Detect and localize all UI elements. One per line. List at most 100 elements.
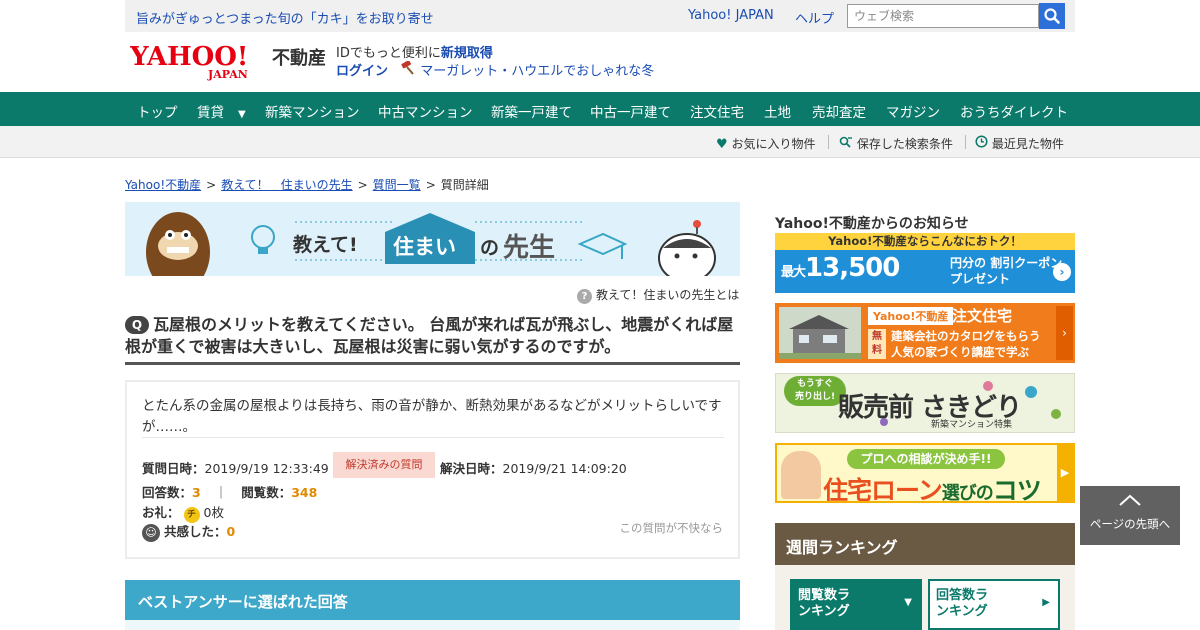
- answers-label: 回答数：: [142, 485, 193, 500]
- coupon-ad-prefix: 最大: [781, 265, 806, 280]
- nav-land[interactable]: 土地: [764, 101, 791, 121]
- answer-view-counts: 回答数：3 ｜ 閲覧数：348: [142, 482, 317, 501]
- custom-home-ad-banner[interactable]: Yahoo!不動産 注文住宅 無料 建築会社のカタログをもらう 人気の家づくり講…: [775, 303, 1075, 363]
- nav-used-mansion[interactable]: 中古マンション: [378, 101, 473, 121]
- saved-search-link[interactable]: 保存した検索条件: [839, 135, 953, 152]
- web-search-input[interactable]: [847, 4, 1039, 28]
- coupon-ad-number: 13,500: [805, 253, 900, 283]
- promo-link[interactable]: 旨みがぎゅっとつまった旬の「カキ」をお取り寄せ: [136, 8, 434, 27]
- sub-nav: ♥ お気に入り物件 保存した検索条件 最近見た物件: [0, 126, 1200, 158]
- breadcrumb-home[interactable]: Yahoo!不動産: [125, 178, 201, 192]
- nav-top[interactable]: トップ: [137, 101, 178, 121]
- favorites-link[interactable]: ♥ お気に入り物件: [716, 135, 816, 152]
- report-link[interactable]: この質問が不快なら: [620, 520, 724, 536]
- question-title: Q 瓦屋根のメリットを教えてください。 台風が来れば瓦が飛ぶし、地震がくれば屋根が…: [125, 314, 740, 358]
- empathy-label: 共感した：: [164, 524, 227, 539]
- banner-sumai: 住まい: [393, 235, 456, 259]
- views-count: 348: [291, 485, 318, 500]
- reward-value: 0枚: [203, 505, 224, 520]
- loan-ad-banner[interactable]: プロへの相談が決め手!! 住宅ローン選びのコツ ▶: [775, 443, 1075, 503]
- question-title-text: 瓦屋根のメリットを教えてください。 台風が来れば瓦が飛ぶし、地震がくれば屋根が重…: [125, 315, 734, 356]
- nav-ouchi-direct[interactable]: おうちダイレクト: [960, 101, 1068, 121]
- empathy-face-icon: ☺: [142, 524, 160, 542]
- nav-appraisal[interactable]: 売却査定: [812, 101, 866, 121]
- heart-icon: ♥: [716, 137, 728, 152]
- best-answer-heading: ベストアンサーに選ばれた回答: [125, 580, 740, 620]
- tab-views-label: 閲覧数ランキング: [798, 588, 851, 619]
- nav-new-house[interactable]: 新築一戸建て: [491, 101, 572, 121]
- lightbulb-icon: [251, 225, 275, 254]
- loan-ad-bubble: プロへの相談が決め手!!: [847, 449, 1005, 469]
- login-link[interactable]: ログイン: [336, 64, 388, 79]
- main-nav: トップ 賃貸 ▼ 新築マンション 中古マンション 新築一戸建て 中古一戸建て 注文…: [0, 92, 1200, 126]
- resolved-at: 解決日時：2019/9/21 14:09:20: [440, 458, 627, 477]
- breadcrumb-list[interactable]: 質問一覧: [373, 178, 421, 192]
- nav-rent-label: 賃貸: [197, 105, 224, 121]
- auction-link[interactable]: マーガレット・ハウエルでおしゃれな冬: [420, 64, 654, 79]
- asked-value: 2019/9/19 12:33:49: [204, 461, 329, 476]
- custom-home-ad-line1: 建築会社のカタログをもらう: [891, 329, 1041, 343]
- tab-answers-ranking[interactable]: 回答数ランキング ▶: [928, 579, 1060, 630]
- about-oshiete-link[interactable]: ? 教えて！住まいの先生とは: [577, 286, 739, 304]
- search-icon: [1044, 8, 1060, 24]
- empathy-count: 0: [226, 524, 236, 539]
- auction-hammer-icon: [400, 60, 416, 79]
- nav-used-house[interactable]: 中古一戸建て: [590, 101, 671, 121]
- register-link[interactable]: 新規取得: [441, 46, 493, 61]
- presale-ad-banner[interactable]: もうすぐ 売り出し! 販売前 さきどり 新築マンション特集: [775, 373, 1075, 433]
- weekly-ranking-title: 週間ランキング: [775, 523, 1075, 565]
- breadcrumb-oshiete[interactable]: 教えて！ 住まいの先生: [221, 178, 352, 192]
- favorites-label: お気に入り物件: [731, 137, 816, 151]
- title-underline: [125, 362, 740, 365]
- graduation-cap-icon: [577, 232, 628, 259]
- nav-rent[interactable]: 賃貸 ▼: [197, 101, 246, 121]
- sumai-sensei-banner[interactable]: 教えて! 住まい の 先生: [125, 202, 740, 276]
- nav-new-mansion[interactable]: 新築マンション: [265, 101, 360, 121]
- status-badge: 解決済みの質問: [333, 452, 435, 478]
- banner-sensei: 先生: [503, 233, 555, 263]
- loan-ad-main-b: 選びの: [941, 483, 994, 503]
- loan-ad-main: 住宅ローン選びのコツ: [823, 471, 1042, 503]
- banner-art: 教えて! 住まい の 先生: [146, 212, 716, 276]
- coupon-ad-unit: 円分の: [950, 256, 987, 270]
- reward: お礼：チ 0枚: [142, 502, 224, 523]
- search-button[interactable]: [1039, 3, 1065, 29]
- divider: [142, 437, 724, 438]
- login-row: ログイン マーガレット・ハウエルでおしゃれな冬: [336, 60, 654, 79]
- tab-views-ranking[interactable]: 閲覧数ランキング ▼: [790, 579, 922, 630]
- news-title: Yahoo!不動産からのお知らせ: [775, 216, 969, 232]
- chevron-right-icon: ›: [1053, 263, 1071, 281]
- back-to-top-button[interactable]: ページの先頭へ: [1080, 486, 1180, 545]
- about-oshiete-label: 教えて！住まいの先生とは: [596, 288, 740, 302]
- loan-ad-main-a: 住宅ローン: [823, 476, 943, 503]
- id-promo: IDでもっと便利に新規取得: [336, 42, 493, 61]
- mascot-robot-icon: [658, 220, 716, 276]
- presale-ad-sub: 新築マンション特集: [931, 420, 1013, 430]
- answers-count: 3: [192, 485, 201, 500]
- recent-link[interactable]: 最近見た物件: [975, 135, 1064, 152]
- custom-home-ad-line2: 人気の家づくり講座で学ぶ: [891, 345, 1029, 359]
- saved-search-icon: [839, 136, 857, 151]
- custom-home-ad-product: 注文住宅: [952, 307, 1013, 325]
- custom-home-ad-lines: 建築会社のカタログをもらう 人気の家づくり講座で学ぶ: [891, 328, 1041, 360]
- question-badge-icon: Q: [125, 316, 149, 334]
- breadcrumb-sep: >: [425, 178, 436, 192]
- help-link[interactable]: ヘルプ: [795, 8, 834, 27]
- yahoo-japan-link[interactable]: Yahoo! JAPAN: [688, 8, 774, 23]
- breadcrumb-current: 質問詳細: [440, 178, 489, 192]
- resolved-value: 2019/9/21 14:09:20: [502, 461, 627, 476]
- chevron-right-icon: ▶: [1057, 445, 1073, 501]
- logo-japan-text: JAPAN: [207, 68, 248, 81]
- nav-magazine[interactable]: マガジン: [886, 101, 940, 121]
- divider: [965, 135, 966, 149]
- empathy[interactable]: ☺ 共感した：0: [142, 521, 235, 542]
- nav-custom-home[interactable]: 注文住宅: [690, 101, 744, 121]
- yahoo-logo[interactable]: YAHOO! JAPAN: [129, 41, 270, 81]
- coupon-ad-text: 円分の 割引クーポン プレゼント: [950, 255, 1062, 287]
- best-answer-body: [125, 620, 740, 630]
- logo-service-name: 不動産: [272, 48, 326, 69]
- coupon-ad-banner[interactable]: Yahoo!不動産ならこんなにおトク！ 最大13,500 円分の 割引クーポン …: [775, 233, 1075, 293]
- question-box: とたん系の金属の屋根よりは長持ち、雨の音が静か、断熱効果があるなどがメリットらし…: [125, 380, 740, 559]
- count-separator: ｜: [214, 485, 228, 500]
- coupon-ad-line1: 割引クーポン: [990, 256, 1063, 270]
